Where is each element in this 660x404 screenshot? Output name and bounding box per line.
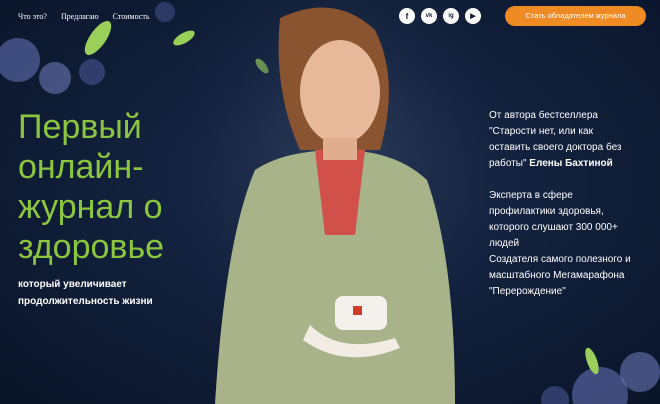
author-line-text: работы": [489, 158, 527, 169]
nav-item-price[interactable]: Стоимость: [113, 12, 150, 21]
headline-line: Первый: [18, 108, 142, 146]
subheadline-line: продолжительность жизни: [18, 296, 153, 307]
author-line: оставить своего доктора без: [489, 142, 622, 153]
author-name: Елены Бахтиной: [529, 158, 613, 169]
author-line: работы" Елены Бахтиной: [489, 156, 654, 172]
subheadline-line: который увеличивает: [18, 279, 127, 290]
headline-line: журнал о: [18, 188, 163, 226]
leaf-1: [84, 20, 112, 56]
author-line: "Старости нет, или как: [489, 126, 593, 137]
instagram-icon[interactable]: ig: [443, 8, 459, 24]
headline-line: здоровье: [18, 228, 165, 266]
become-owner-button[interactable]: Стать обладателем журнала: [505, 6, 646, 26]
hero-subheadline: который увеличивает продолжительность жи…: [18, 276, 153, 310]
expert-line: Эксперта в сфере: [489, 190, 573, 201]
berry-4: [155, 2, 175, 22]
expert-line: масштабного Мегамарафона: [489, 270, 625, 281]
expert-line: Создателя самого полезного и: [489, 254, 631, 265]
hero-headline: Первый онлайн- журнал о здоровье: [18, 107, 164, 267]
author-description: От автора бестселлера "Старости нет, или…: [489, 108, 654, 300]
hero-section: Что это? Предлагаю Стоимость f vk ig ▶ С…: [0, 0, 660, 404]
top-nav: Что это? Предлагаю Стоимость: [18, 12, 149, 21]
berry-5: [572, 367, 628, 404]
berry-3: [79, 59, 105, 85]
berry-2: [39, 62, 71, 94]
expert-line: которого слушают 300 000+: [489, 222, 618, 233]
vk-icon[interactable]: vk: [421, 8, 437, 24]
leaf-2: [173, 30, 195, 46]
nav-item-what[interactable]: Что это?: [18, 12, 47, 21]
berry-1: [0, 38, 40, 82]
youtube-icon[interactable]: ▶: [465, 8, 481, 24]
author-line: От автора бестселлера: [489, 110, 598, 121]
social-links: f vk ig ▶: [399, 8, 481, 24]
nav-item-offer[interactable]: Предлагаю: [61, 12, 99, 21]
facebook-icon[interactable]: f: [399, 8, 415, 24]
berry-7: [541, 386, 569, 404]
author-photo: [195, 0, 485, 404]
expert-line: "Перерождение": [489, 286, 566, 297]
expert-line: людей: [489, 238, 520, 249]
expert-line: профилактики здоровья,: [489, 206, 604, 217]
berry-6: [620, 352, 660, 392]
headline-line: онлайн-: [18, 148, 144, 186]
